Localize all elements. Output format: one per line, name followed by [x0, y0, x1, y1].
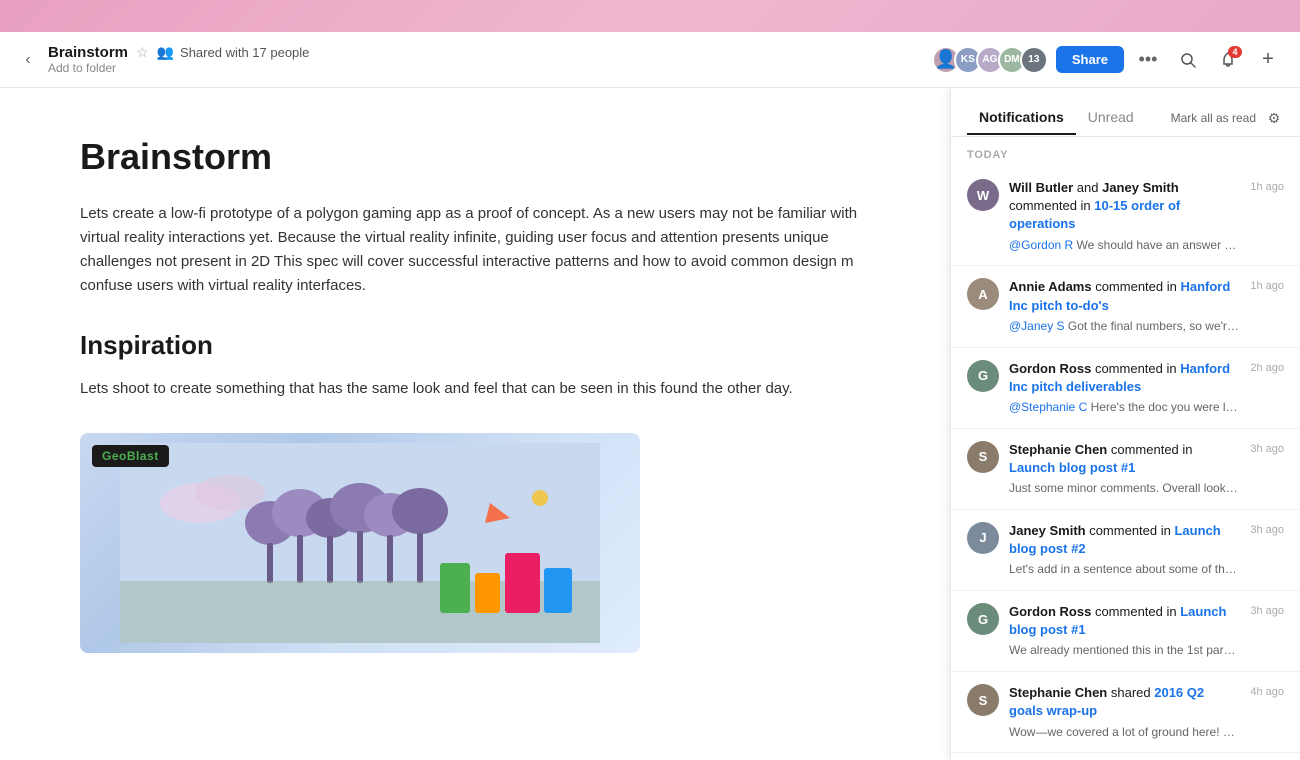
header-left: ‹ Brainstorm ☆ 👥 Shared with 17 people A… [16, 44, 932, 75]
notif-name-4: Stephanie Chen [1009, 442, 1107, 457]
notif-main-4: Stephanie Chen commented in Launch blog … [1009, 441, 1240, 477]
notif-name-1: Will Butler [1009, 180, 1073, 195]
document-content: Brainstorm Lets create a low-fi prototyp… [0, 88, 950, 760]
search-icon [1180, 52, 1196, 68]
people-icon: 👥 [157, 44, 174, 61]
avatars-group: 👤 KS AG DM 13 [932, 46, 1048, 74]
search-button[interactable] [1172, 44, 1204, 76]
notif-name-1b: Janey Smith [1102, 180, 1179, 195]
geoblast-text-green: Blast [127, 449, 159, 463]
notif-name-7: Stephanie Chen [1009, 685, 1107, 700]
top-decorative-bar [0, 0, 1300, 32]
header-bar: ‹ Brainstorm ☆ 👥 Shared with 17 people A… [0, 32, 1300, 88]
notif-preview-3: @Stephanie C Here's the doc you were loo… [1009, 399, 1240, 416]
notif-main-2: Annie Adams commented in Hanford Inc pit… [1009, 278, 1240, 314]
notif-link-1[interactable]: 10-15 order of operations [1009, 198, 1180, 231]
share-button[interactable]: Share [1056, 46, 1124, 73]
notif-time-6: 3h ago [1250, 605, 1284, 659]
document-paragraph-1: Lets create a low-fi prototype of a poly… [80, 202, 870, 298]
notif-content-3: Gordon Ross commented in Hanford Inc pit… [1009, 360, 1240, 416]
notification-item-4[interactable]: S Stephanie Chen commented in Launch blo… [951, 429, 1300, 510]
add-button[interactable]: + [1252, 44, 1284, 76]
notif-name-2: Annie Adams [1009, 279, 1092, 294]
shared-people-label: Shared with 17 people [180, 45, 309, 60]
notif-content-5: Janey Smith commented in Launch blog pos… [1009, 522, 1240, 578]
notif-content-6: Gordon Ross commented in Launch blog pos… [1009, 603, 1240, 659]
notif-preview-1: @Gordon R We should have an answer on th… [1009, 237, 1240, 254]
notification-header: Notifications Unread Mark all as read ⚙ [951, 88, 1300, 137]
illustration-svg [120, 443, 600, 643]
avatar-janey-smith: J [967, 522, 999, 554]
header-right: 👤 KS AG DM 13 Share ••• 4 + [932, 44, 1284, 76]
notification-item-6[interactable]: G Gordon Ross commented in Launch blog p… [951, 591, 1300, 672]
section-today-label: TODAY [951, 137, 1300, 167]
notification-list: TODAY W Will Butler and Janey Smith comm… [951, 137, 1300, 760]
inspiration-heading: Inspiration [80, 330, 870, 361]
avatar-gordon-ross: G [967, 360, 999, 392]
shared-people-button[interactable]: 👥 Shared with 17 people [157, 44, 310, 61]
notif-name-6: Gordon Ross [1009, 604, 1091, 619]
notification-panel: Notifications Unread Mark all as read ⚙ … [950, 88, 1300, 760]
notification-settings-button[interactable]: ⚙ [1264, 108, 1284, 128]
avatar-annie-adams: A [967, 278, 999, 310]
back-button[interactable]: ‹ [16, 48, 40, 72]
avatar-will-butler: W [967, 179, 999, 211]
notif-main-3: Gordon Ross commented in Hanford Inc pit… [1009, 360, 1240, 396]
avatar-count[interactable]: 13 [1020, 46, 1048, 74]
document-paragraph-2: Lets shoot to create something that has … [80, 377, 870, 401]
more-options-button[interactable]: ••• [1132, 44, 1164, 76]
document-heading: Brainstorm [80, 136, 870, 178]
star-icon[interactable]: ☆ [136, 44, 149, 61]
notification-item-5[interactable]: J Janey Smith commented in Launch blog p… [951, 510, 1300, 591]
add-to-folder-link[interactable]: Add to folder [48, 61, 309, 75]
mention-stephanie: @Stephanie C [1009, 400, 1087, 414]
avatar-stephanie-chen-2: S [967, 684, 999, 716]
notif-time-2: 1h ago [1250, 280, 1284, 334]
geoblast-text-white: Geo [102, 449, 127, 463]
notif-main-7: Stephanie Chen shared 2016 Q2 goals wrap… [1009, 684, 1240, 720]
notification-header-row: Notifications Unread Mark all as read ⚙ [967, 100, 1284, 136]
notification-item-1[interactable]: W Will Butler and Janey Smith commented … [951, 167, 1300, 266]
document-image: GeoBlast [80, 433, 640, 653]
notif-preview-7: Wow—we covered a lot of ground here! Sho… [1009, 724, 1240, 741]
notif-preview-5: Let's add in a sentence about some of th… [1009, 561, 1240, 578]
notif-preview-6: We already mentioned this in the 1st par… [1009, 642, 1240, 659]
notifications-button[interactable]: 4 [1212, 44, 1244, 76]
notif-time-4: 3h ago [1250, 443, 1284, 497]
notif-content-4: Stephanie Chen commented in Launch blog … [1009, 441, 1240, 497]
doc-title-area: Brainstorm ☆ 👥 Shared with 17 people Add… [48, 44, 309, 75]
notification-item-7[interactable]: S Stephanie Chen shared 2016 Q2 goals wr… [951, 672, 1300, 753]
notif-name-5: Janey Smith [1009, 523, 1086, 538]
notification-actions: Mark all as read ⚙ [1171, 100, 1284, 136]
notif-time-1: 1h ago [1250, 181, 1284, 253]
notif-time-5: 3h ago [1250, 524, 1284, 578]
mention-gordon: @Gordon R [1009, 238, 1073, 252]
mark-all-read-button[interactable]: Mark all as read [1171, 111, 1256, 125]
notification-tabs: Notifications Unread [967, 101, 1146, 135]
geoblast-badge: GeoBlast [92, 445, 169, 467]
mention-janey: @Janey S [1009, 319, 1065, 333]
notification-item-2[interactable]: A Annie Adams commented in Hanford Inc p… [951, 266, 1300, 347]
avatar-gordon-ross-2: G [967, 603, 999, 635]
notif-preview-2: @Janey S Got the final numbers, so we're… [1009, 318, 1240, 335]
notif-content-1: Will Butler and Janey Smith commented in… [1009, 179, 1240, 253]
main-area: Brainstorm Lets create a low-fi prototyp… [0, 88, 1300, 760]
notif-content-2: Annie Adams commented in Hanford Inc pit… [1009, 278, 1240, 334]
notif-time-3: 2h ago [1250, 362, 1284, 416]
document-title: Brainstorm [48, 44, 128, 61]
notif-time-7: 4h ago [1250, 686, 1284, 740]
notif-main-5: Janey Smith commented in Launch blog pos… [1009, 522, 1240, 558]
notif-link-4[interactable]: Launch blog post #1 [1009, 460, 1135, 475]
tab-notifications[interactable]: Notifications [967, 101, 1076, 135]
notification-badge: 4 [1228, 46, 1242, 58]
tab-unread[interactable]: Unread [1076, 101, 1146, 135]
doc-title-row: Brainstorm ☆ 👥 Shared with 17 people [48, 44, 309, 61]
notif-main-6: Gordon Ross commented in Launch blog pos… [1009, 603, 1240, 639]
notif-content-7: Stephanie Chen shared 2016 Q2 goals wrap… [1009, 684, 1240, 740]
notif-preview-4: Just some minor comments. Overall looks … [1009, 480, 1240, 497]
avatar-stephanie-chen: S [967, 441, 999, 473]
notif-name-3: Gordon Ross [1009, 361, 1091, 376]
notif-main-1: Will Butler and Janey Smith commented in… [1009, 179, 1240, 234]
notification-item-3[interactable]: G Gordon Ross commented in Hanford Inc p… [951, 348, 1300, 429]
